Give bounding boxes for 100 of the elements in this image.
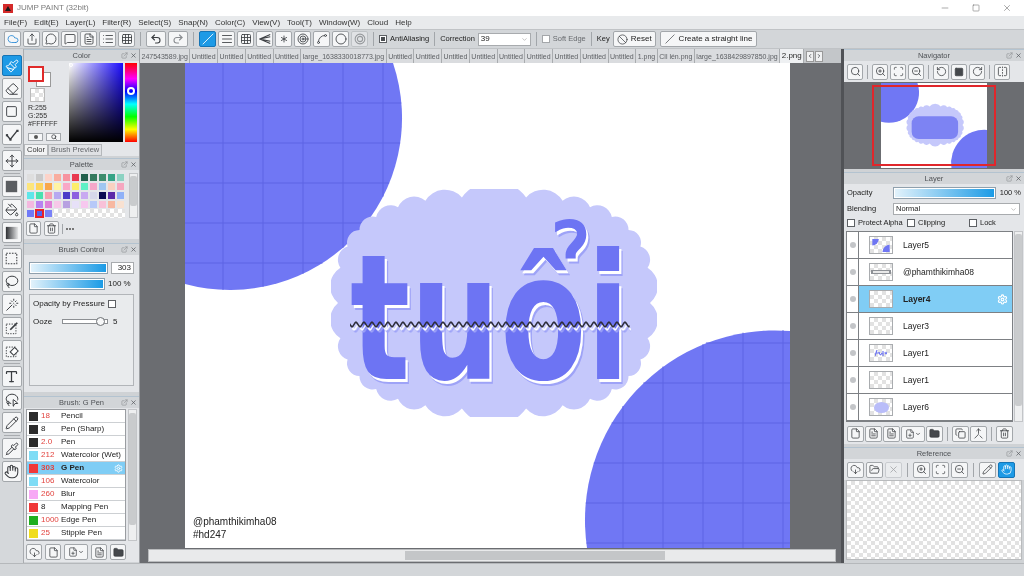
checkbox[interactable] — [969, 219, 977, 227]
menu-item[interactable]: View(V) — [252, 18, 281, 27]
visibility-icon[interactable] — [849, 296, 856, 302]
checkbox[interactable] — [108, 300, 117, 308]
tool-button[interactable] — [1, 461, 22, 482]
toolbar-button[interactable] — [99, 31, 116, 47]
layer-row[interactable]: Layer5 — [847, 232, 1012, 259]
menu-item[interactable]: Edit(E) — [34, 18, 59, 27]
snap-button[interactable] — [313, 31, 330, 47]
saturation-value-picker[interactable] — [69, 63, 123, 142]
scrollbar-thumb[interactable] — [405, 551, 665, 560]
checkbox[interactable] — [379, 35, 387, 43]
snap-button[interactable] — [237, 31, 254, 47]
toolbar-button[interactable] — [42, 31, 59, 47]
scrollbar-thumb[interactable] — [129, 413, 136, 525]
brush-row[interactable]: 25 Stipple Pen — [27, 527, 125, 540]
tool-button[interactable] — [1, 176, 22, 197]
visibility-icon[interactable] — [849, 350, 856, 356]
tool-button[interactable] — [1, 317, 22, 338]
reference-tool-button[interactable] — [847, 461, 864, 478]
toolbar-button[interactable] — [61, 31, 78, 47]
visibility-icon[interactable] — [849, 377, 856, 383]
download-brush-button[interactable] — [26, 544, 42, 560]
delete-palette-button[interactable] — [44, 221, 59, 236]
rotate-left-button[interactable] — [933, 63, 949, 80]
delete-layer-button[interactable] — [996, 425, 1013, 442]
visibility-icon[interactable] — [849, 323, 856, 329]
slider-thumb[interactable] — [96, 317, 106, 326]
rotate-right-button[interactable] — [969, 63, 985, 80]
new-palette-button[interactable] — [26, 221, 41, 236]
fit-button[interactable] — [890, 63, 906, 80]
flip-button[interactable] — [994, 63, 1010, 80]
scroll-tabs-right-button[interactable] — [815, 50, 824, 62]
tool-button[interactable] — [1, 366, 22, 387]
tool-button[interactable] — [1, 124, 22, 145]
layer-row[interactable]: Layer3 — [847, 313, 1012, 340]
undo-button[interactable] — [146, 31, 166, 47]
scrollbar-thumb[interactable] — [1015, 234, 1022, 406]
layer-list-scrollbar[interactable] — [1014, 231, 1023, 422]
layer-row[interactable]: @phamthikimha08 — [847, 259, 1012, 286]
reset-rotation-button[interactable] — [951, 63, 967, 80]
hue-slider[interactable] — [125, 63, 137, 142]
hue-ring-icon[interactable] — [127, 87, 135, 96]
ooze-slider[interactable] — [62, 317, 108, 326]
reference-tool-button[interactable] — [866, 461, 883, 478]
snap-button[interactable] — [218, 31, 235, 47]
straight-line-button[interactable]: Create a straight line — [659, 31, 758, 47]
close-icon[interactable] — [1015, 52, 1022, 59]
menu-item[interactable]: File(F) — [4, 18, 28, 27]
viewport-frame[interactable] — [872, 85, 996, 166]
tool-button[interactable] — [1, 340, 22, 361]
reference-tool-button[interactable] — [913, 461, 930, 478]
brush-row[interactable]: 2.0 Pen — [27, 436, 125, 449]
new-brush-button[interactable] — [45, 544, 61, 560]
layer-row[interactable]: Layer1 — [847, 367, 1012, 394]
menu-item[interactable]: Tool(T) — [287, 18, 312, 27]
visibility-icon[interactable] — [849, 242, 856, 248]
zoom-out-button[interactable] — [908, 63, 924, 80]
brush-row[interactable]: 8 Mapping Pen — [27, 501, 125, 514]
new-1bit-layer-button[interactable] — [883, 425, 900, 442]
snap-button[interactable] — [199, 31, 216, 47]
tool-button[interactable] — [1, 294, 22, 315]
brush-list-scrollbar[interactable] — [128, 409, 137, 541]
layer-row[interactable]: Layer4 — [847, 286, 1012, 313]
color-swatch[interactable] — [35, 209, 44, 218]
snap-button[interactable] — [256, 31, 273, 47]
add-brush-button[interactable] — [64, 544, 88, 560]
brush-row[interactable]: 260 Blur — [27, 488, 125, 501]
tool-button[interactable] — [1, 222, 22, 243]
foreground-background-swatch[interactable] — [28, 66, 52, 88]
correction-field[interactable]: 39 — [477, 32, 531, 46]
close-icon[interactable] — [1015, 450, 1022, 457]
visibility-icon[interactable] — [849, 404, 856, 410]
visibility-icon[interactable] — [849, 269, 856, 275]
size-field[interactable]: 303 — [111, 262, 134, 274]
new-layer-button[interactable] — [847, 425, 864, 442]
new-folder-button[interactable] — [926, 425, 943, 442]
menu-item[interactable]: Snap(N) — [178, 18, 208, 27]
document-tab[interactable]: 2.png — [780, 49, 805, 63]
tool-button[interactable] — [1, 248, 22, 269]
brush-row[interactable]: 303 G Pen — [27, 462, 125, 475]
brush-row[interactable]: 8 Pen (Sharp) — [27, 423, 125, 436]
duplicate-layer-button[interactable] — [952, 425, 969, 442]
brush-row[interactable]: 106 Watercolor — [27, 475, 125, 488]
toolbar-button[interactable] — [118, 31, 135, 47]
color-mode-button[interactable] — [46, 133, 61, 141]
reference-tool-button[interactable] — [951, 461, 968, 478]
brush-settings-button[interactable] — [91, 544, 107, 560]
menu-item[interactable]: Cloud — [367, 18, 389, 27]
brush-folder-button[interactable] — [110, 544, 126, 560]
tool-button[interactable] — [1, 78, 22, 99]
palette-scrollbar[interactable] — [129, 173, 138, 218]
color-mode-button[interactable] — [28, 133, 43, 141]
reference-tool-button[interactable] — [932, 461, 949, 478]
menu-item[interactable]: Color(C) — [214, 18, 246, 27]
scrollbar-thumb[interactable] — [130, 176, 137, 206]
new-8bit-layer-button[interactable] — [865, 425, 882, 442]
reset-button[interactable]: Reset — [612, 31, 656, 47]
tool-button[interactable] — [1, 199, 22, 220]
reference-tool-button[interactable] — [979, 461, 996, 478]
